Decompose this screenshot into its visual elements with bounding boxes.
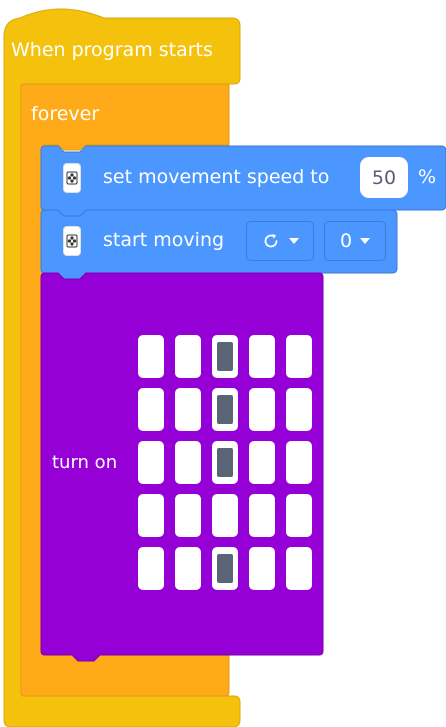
led-cell-4-2[interactable] (212, 547, 238, 590)
led-cell-3-1[interactable] (175, 494, 201, 537)
led-cell-0-0[interactable] (138, 335, 164, 378)
led-cell-0-2[interactable] (212, 335, 238, 378)
speed-value-text: 50 (371, 166, 397, 189)
led-cell-3-3[interactable] (249, 494, 275, 537)
led-cell-4-4[interactable] (286, 547, 312, 590)
chevron-down-icon (289, 238, 299, 244)
led-cell-2-0[interactable] (138, 441, 164, 484)
rotate-clockwise-icon (264, 233, 278, 248)
led-cell-4-0[interactable] (138, 547, 164, 590)
led-matrix[interactable] (138, 335, 318, 595)
led-cell-3-4[interactable] (286, 494, 312, 537)
direction-dropdown[interactable] (246, 221, 314, 261)
led-cell-2-3[interactable] (249, 441, 275, 484)
value-dropdown[interactable]: 0 (324, 221, 386, 261)
led-cell-1-3[interactable] (249, 388, 275, 431)
led-cell-0-4[interactable] (286, 335, 312, 378)
led-cell-3-0[interactable] (138, 494, 164, 537)
led-cell-4-1[interactable] (175, 547, 201, 590)
motor-controller-icon (63, 226, 81, 256)
forever-block-label: forever (31, 103, 100, 125)
led-cell-0-3[interactable] (249, 335, 275, 378)
speed-value-input[interactable]: 50 (360, 157, 408, 198)
hat-block-label: When program starts (11, 39, 213, 61)
set-movement-speed-label: set movement speed to (103, 166, 330, 188)
led-cell-3-2[interactable] (212, 494, 238, 537)
led-cell-2-1[interactable] (175, 441, 201, 484)
led-cell-1-1[interactable] (175, 388, 201, 431)
turn-on-label: turn on (52, 452, 118, 473)
led-cell-2-2[interactable] (212, 441, 238, 484)
led-cell-2-4[interactable] (286, 441, 312, 484)
led-cell-4-3[interactable] (249, 547, 275, 590)
led-cell-0-1[interactable] (175, 335, 201, 378)
chevron-down-icon (360, 238, 371, 244)
led-cell-1-4[interactable] (286, 388, 312, 431)
led-cell-1-0[interactable] (138, 388, 164, 431)
led-cell-1-2[interactable] (212, 388, 238, 431)
start-moving-label: start moving (103, 229, 225, 251)
speed-unit-label: % (418, 166, 437, 188)
value-dropdown-text: 0 (339, 230, 353, 252)
motor-controller-icon (63, 163, 81, 193)
